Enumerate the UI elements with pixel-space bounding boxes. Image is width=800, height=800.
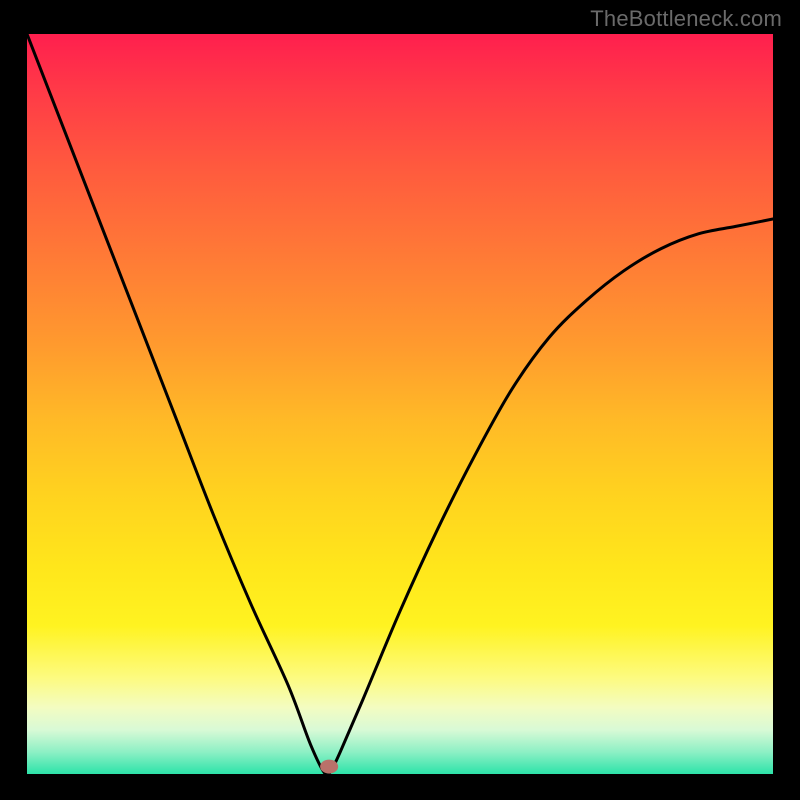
chart-frame: TheBottleneck.com [0, 0, 800, 800]
bottleneck-curve-svg [27, 34, 773, 774]
watermark-credit: TheBottleneck.com [590, 6, 782, 32]
plot-area [27, 34, 773, 774]
bottleneck-curve [27, 34, 773, 774]
optimum-marker [320, 760, 338, 774]
